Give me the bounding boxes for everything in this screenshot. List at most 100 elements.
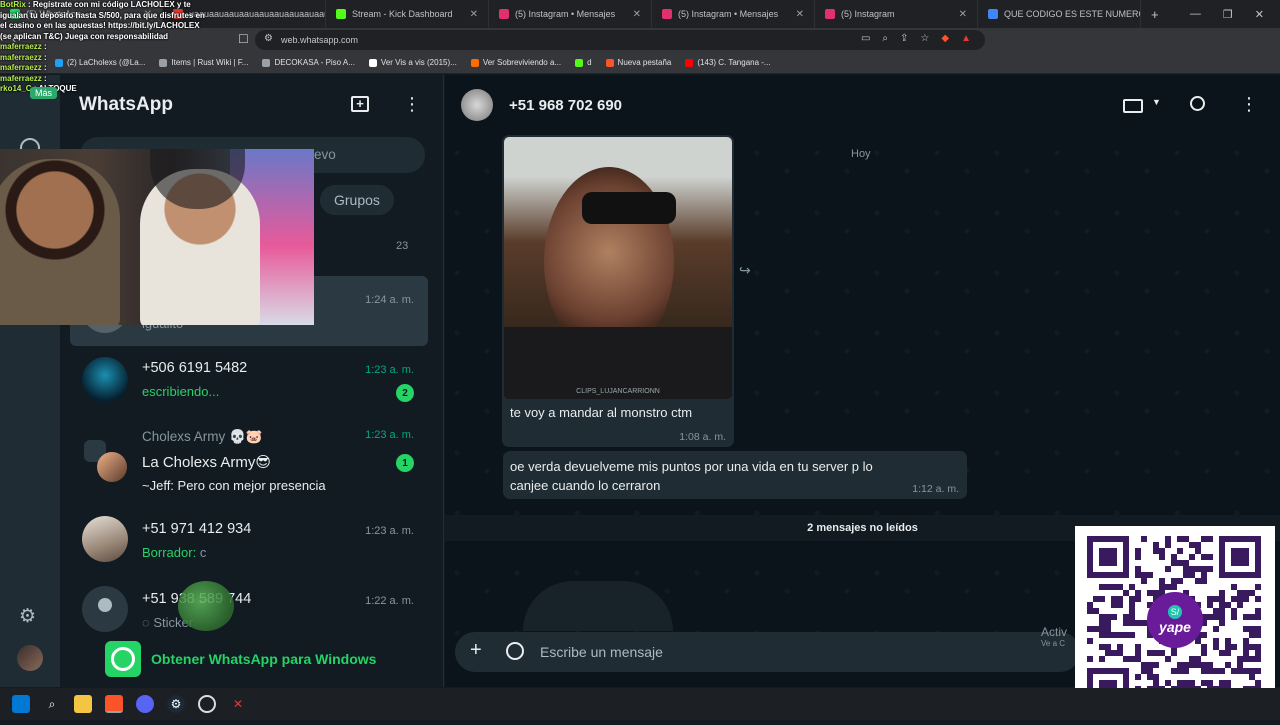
chat-row[interactable]: +51 971 412 934 Borrador: c 1:23 a. m. [70, 505, 428, 575]
chat-name: +51 971 412 934 [142, 521, 252, 537]
bookmark-item[interactable]: Nueva pestaña [605, 58, 671, 67]
more-button[interactable]: Más [30, 87, 58, 99]
message-time: 1:08 a. m. [679, 431, 726, 443]
menu-icon[interactable]: ⋮ [403, 95, 421, 113]
typing-indicator: escribiendo... [142, 384, 220, 399]
discord-icon[interactable] [136, 695, 154, 713]
bookmark-item[interactable]: (143) C. Tangana -... [685, 58, 771, 67]
browser-tab[interactable]: (5) Instagram • Mensajes ✕ [652, 0, 815, 28]
steam-icon[interactable]: ⚙ [167, 695, 185, 713]
new-tab-button[interactable]: + [1141, 7, 1169, 22]
chat-username: maferraezz [0, 42, 42, 51]
maximize-icon[interactable]: ❐ [1223, 8, 1233, 21]
video-call-icon[interactable] [1123, 99, 1143, 113]
page-actions: ▭ ⌕ ⇪ ☆ ◆ ▲ [861, 33, 971, 44]
loading-sticker-placeholder [523, 581, 673, 631]
url-field[interactable]: ⚙ web.whatsapp.com ▭ ⌕ ⇪ ☆ ◆ ▲ [255, 30, 985, 50]
yape-symbol: S/ [1167, 605, 1183, 619]
draft-label: Borrador: [142, 545, 197, 560]
site-info-icon[interactable]: ⚙ [264, 33, 273, 44]
share-icon[interactable]: ⇪ [900, 33, 908, 44]
zoom-icon[interactable]: ⌕ [882, 33, 888, 44]
tab-favicon-icon [825, 9, 835, 19]
tab-title: (5) Instagram • Mensajes [515, 9, 616, 19]
search-icon[interactable] [1190, 96, 1205, 111]
brave-shield-icon[interactable]: ◆ [941, 33, 949, 44]
brave-rewards-icon[interactable]: ▲ [961, 33, 971, 44]
chat-username: rko14_C [0, 84, 32, 93]
bookmark-item[interactable]: d [575, 58, 592, 67]
chat-row[interactable]: +506 6191 5482 escribiendo... 1:23 a. m.… [70, 346, 428, 416]
message-photo[interactable]: CLIPS_LUJANCARRIONN [504, 137, 732, 399]
archived-count: 23 [396, 240, 409, 252]
browser-tab[interactable]: Stream - Kick Dashboard ✕ [326, 0, 489, 28]
chat-separator: : [41, 52, 47, 62]
composer-bar: + Escribe un mensaje [455, 632, 1080, 672]
chat-separator: : [41, 63, 47, 72]
community-name: Cholexs Army 💀🐷 [142, 429, 263, 444]
chip-label: Grupos [334, 192, 380, 208]
search-placeholder: evo [314, 147, 336, 162]
windows-start-icon[interactable] [12, 695, 30, 713]
chat-time: 1:23 a. m. [365, 429, 414, 441]
stream-chat-line: BotRix : Regístrate con mi código LACHOL… [0, 0, 210, 42]
window-controls: — ❐ ✕ [1190, 0, 1280, 28]
tab-close-icon[interactable]: ✕ [796, 9, 804, 20]
bookmark-item[interactable]: Ver Vis a vis (2015)... [368, 58, 457, 67]
obs-icon[interactable] [198, 695, 216, 713]
menu-icon[interactable]: ⋮ [1240, 95, 1258, 113]
chat-separator: : [41, 73, 47, 83]
chat-time: 1:23 a. m. [365, 364, 414, 376]
group-avatar [97, 452, 127, 482]
get-app-banner[interactable]: Obtener WhatsApp para Windows [105, 640, 376, 678]
chat-username: maferraezz [0, 63, 42, 72]
text-message[interactable]: oe verda devuelveme mis puntos por una v… [503, 451, 967, 499]
filter-chip-groups[interactable]: Grupos [320, 185, 394, 215]
browser-tab[interactable]: (5) Instagram • Mensajes ✕ [489, 0, 652, 28]
browser-tab[interactable]: (5) Instagram ✕ [815, 0, 978, 28]
browser-tab[interactable]: QUE CODIGO ES ESTE NUMERO +58...✕ [978, 0, 1141, 28]
stream-chat-line: maferraezz : [0, 53, 210, 64]
search-icon[interactable]: ⌕ [43, 695, 61, 713]
contact-avatar [82, 357, 128, 403]
tab-close-icon[interactable]: ✕ [959, 9, 967, 20]
bookmark-icon[interactable]: ☐ [238, 32, 249, 46]
chat-row[interactable]: +51 938 589 744 ◌ Sticker 1:22 a. m. [70, 575, 428, 645]
activate-title: Activ [1041, 625, 1068, 639]
chat-username: maferraezz [0, 73, 42, 83]
stream-chat-overlay: BotRix : Regístrate con mi código LACHOL… [0, 0, 210, 140]
message-input[interactable]: Escribe un mensaje [540, 644, 663, 660]
unread-divider-label: 2 mensajes no leídos [807, 522, 918, 534]
bookmark-item[interactable]: Ver Sobreviviendo a... [470, 58, 561, 67]
file-explorer-icon[interactable] [74, 695, 92, 713]
tab-favicon-icon [662, 9, 672, 19]
brave-browser-icon[interactable] [105, 695, 123, 713]
star-icon[interactable]: ☆ [920, 33, 929, 44]
chevron-down-icon[interactable]: ▼ [1152, 97, 1161, 107]
stream-chat-line: maferraezz : [0, 74, 210, 85]
forward-icon[interactable]: ↪ [739, 262, 751, 279]
webcam-overlay [0, 149, 314, 325]
bookmark-item[interactable]: DECOKASA - Piso A... [262, 58, 355, 67]
tab-close-icon[interactable]: ✕ [470, 9, 478, 20]
new-chat-icon[interactable]: + [351, 96, 369, 112]
tab-close-icon[interactable]: ✕ [633, 9, 641, 20]
contact-avatar [82, 516, 128, 562]
settings-icon[interactable]: ⚙ [19, 605, 36, 628]
yape-wordmark: yape [1159, 619, 1191, 635]
tab-favicon-icon [499, 9, 509, 19]
tab-title: QUE CODIGO ES ESTE NUMERO +58... [1004, 9, 1140, 19]
close-icon[interactable]: ✕ [1255, 8, 1264, 21]
chat-time: 1:24 a. m. [365, 294, 414, 306]
contact-name[interactable]: +51 968 702 690 [509, 97, 622, 114]
chat-row-group[interactable]: Cholexs Army 💀🐷 La Cholexs Army😎 ~Jeff: … [70, 420, 428, 505]
app-x-icon[interactable]: ✕ [229, 695, 247, 713]
image-message[interactable]: CLIPS_LUJANCARRIONN te voy a mandar al m… [502, 135, 734, 447]
attach-icon[interactable]: + [470, 639, 482, 662]
contact-avatar[interactable] [461, 89, 493, 121]
minimize-icon[interactable]: — [1190, 8, 1201, 20]
emoji-icon[interactable] [506, 642, 524, 660]
profile-avatar[interactable] [17, 645, 43, 671]
tab-title: Stream - Kick Dashboard [352, 9, 453, 19]
install-icon[interactable]: ▭ [861, 33, 870, 44]
